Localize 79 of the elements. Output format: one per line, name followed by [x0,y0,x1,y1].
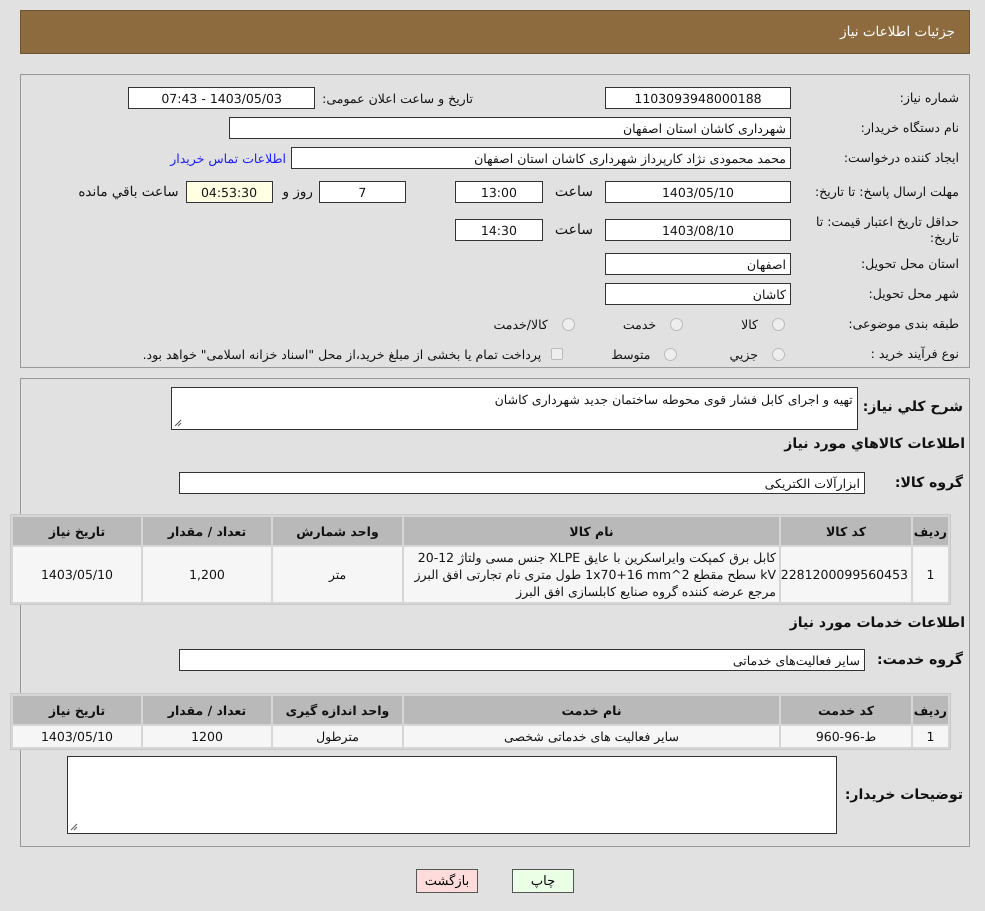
radio-button[interactable] [772,318,785,330]
resize-grip-icon[interactable] [174,419,182,427]
column-header: تعداد / مقدار [143,517,271,545]
field-label: روز و [282,184,313,200]
table-cell: 1403/05/10 [13,547,141,602]
column-header: تاریخ نیاز [13,696,141,724]
column-header: نام خدمت [404,696,779,724]
field-label: استان محل تحویل: [860,256,960,272]
radio-label: کالا/خدمت [493,316,548,332]
checkbox[interactable] [551,348,564,360]
field-label: گروه کالا: [894,475,963,491]
field-label: ایجاد کننده درخواست: [842,150,960,166]
text-field[interactable]: 14:30 [454,219,543,241]
text-field[interactable]: اصفهان [605,253,791,275]
buyer-contact-link[interactable]: اطلاعات تماس خریدار [170,150,286,166]
field-label: شهر محل تحویل: [868,286,960,302]
text-field[interactable]: سایر فعالیت‌های خدماتی [179,649,865,671]
text-field[interactable]: 13:00 [454,181,543,203]
text-area[interactable]: تهیه و اجرای کابل فشار قوی محوطه ساختمان جدید شهرداری کاشان [170,387,858,430]
column-header: ردیف [913,696,948,724]
table-cell: 1 [913,547,948,602]
column-header: کد خدمت [781,696,911,724]
radio-button[interactable] [562,318,575,330]
summary-text: تهیه و اجرای کابل فشار قوی محوطه ساختمان جدید شهرداری کاشان [494,392,853,407]
table-cell: 1,200 [143,547,271,602]
table-cell: سایر فعالیت های خدماتی شخصی [404,726,779,747]
field-label: توضیحات خریدار: [844,787,963,803]
page-title: جزئیات اطلاعات نیاز [20,10,970,54]
text-field[interactable]: محمد محمودی نژاد کارپرداز شهرداری کاشان استان اصفهان [291,147,791,169]
radio-label: خدمت [622,316,656,332]
table-cell: متر [273,547,402,602]
text-field[interactable]: 1103093948000188 [605,87,791,109]
field-label: گروه خدمت: [876,652,963,668]
column-header: ردیف [913,517,948,545]
text-field[interactable]: کاشان [605,283,791,305]
radio-button[interactable] [670,318,684,330]
table-cell: کابل برق کمپکت وایراسکرین با عایق XLPE جنس مسی ولتاژ 12-20 kV سطح مقطع 2^1x70+16 mm طول متری نام تجارتی افق البرز مرجع عرضه کننده گروه صنایع کابلسازی افق البرز [404,547,779,602]
checkbox-label: پرداخت تمام يا بخشی از مبلغ خرید،از محل "اسناد خزانه اسلامی" خواهد بود. [142,346,542,362]
field-label: ساعت [554,184,593,200]
column-header: نام کالا [404,517,779,545]
text-field[interactable]: 04:53:30 [186,181,273,203]
table-cell: 2281200099560453 [781,547,911,602]
text-field[interactable]: شهرداری کاشان استان اصفهان [229,117,791,139]
text-field[interactable]: 1403/08/10 [605,219,791,241]
table-cell: 1200 [143,726,271,747]
radio-button[interactable] [772,348,785,360]
table-cell: مترطول [273,726,402,747]
column-header: تاریخ نیاز [13,517,141,545]
radio-label: متوسط [611,346,650,362]
radio-label: کالا [741,316,758,332]
radio-button[interactable] [664,348,678,360]
field-label: نوع فرآیند خرید : [870,346,960,362]
resize-grip-icon[interactable] [70,823,78,831]
column-header: واحد اندازه گیری [273,696,402,724]
text-field[interactable]: ابزارآلات الکتریکی [179,472,865,494]
field-label: طبقه بندی موضوعی: [847,316,960,332]
text-field[interactable]: 7 [318,181,406,203]
field-label: شرح کلي نیاز: [862,398,963,415]
field-label: حداقل تاریخ اعتبار قیمت: تا تاریخ: [814,214,960,246]
text-area[interactable] [66,756,837,834]
field-label: ساعت باقي مانده [78,184,179,200]
table-cell: 1 [913,726,948,747]
table-cell: 1403/05/10 [13,726,141,747]
field-label: مهلت ارسال پاسخ: تا تاریخ: [814,184,960,200]
field-label: شماره نیاز: [898,90,960,106]
column-header: تعداد / مقدار [143,696,271,724]
back-button[interactable]: بازگشت [416,869,478,893]
column-header: واحد شمارش [273,517,402,545]
field-label: تاریخ و ساعت اعلان عمومی: [322,90,473,106]
print-button[interactable]: چاپ [512,869,574,893]
section-heading: اطلاعات خدمات مورد نیاز [788,614,965,631]
table-cell: ط-96-960 [781,726,911,747]
text-field[interactable]: 1403/05/03 - 07:43 [128,87,316,109]
text-field[interactable]: 1403/05/10 [605,181,791,203]
field-label: ساعت [554,222,593,238]
field-label: نام دستگاه خریدار: [860,120,960,136]
radio-label: جزيي [729,346,758,362]
column-header: کد کالا [781,517,911,545]
section-heading: اطلاعات كالاهاي مورد نیاز [782,435,965,452]
